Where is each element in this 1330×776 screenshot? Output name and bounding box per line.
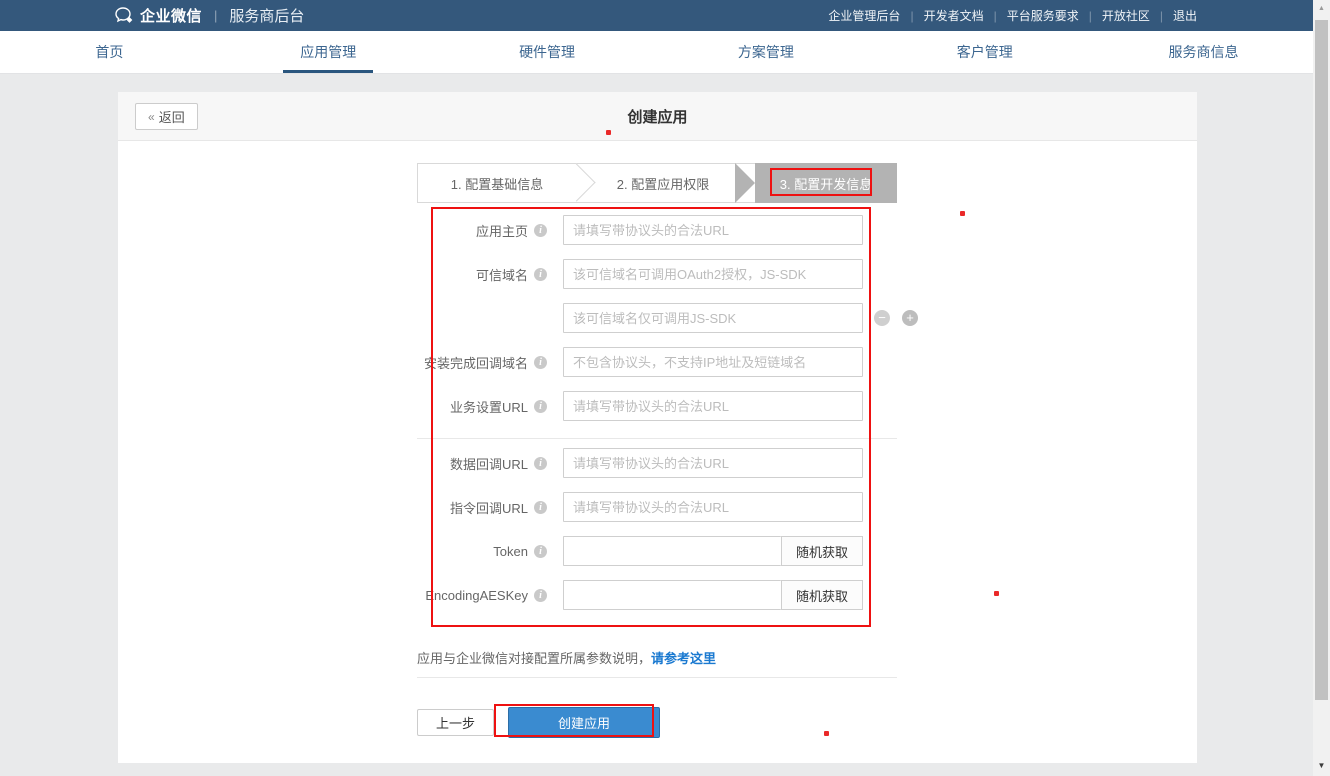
- form-content: 1. 配置基础信息 2. 配置应用权限 3. 配置开发信息 应用主页 i 可信域…: [417, 163, 897, 738]
- previous-step-button[interactable]: 上一步: [417, 709, 494, 736]
- toplink-developer-docs[interactable]: 开发者文档: [924, 7, 984, 24]
- info-icon[interactable]: i: [534, 501, 547, 514]
- create-app-panel: « 返回 创建应用 1. 配置基础信息 2. 配置应用权限 3. 配置开发信息 …: [118, 92, 1197, 763]
- aeskey-random-generate-button[interactable]: 随机获取: [781, 580, 863, 610]
- add-domain-button[interactable]: +: [902, 310, 918, 326]
- command-callback-url-input[interactable]: [563, 492, 863, 522]
- token-input[interactable]: [563, 536, 781, 566]
- trusted-domain-2-input[interactable]: [563, 303, 863, 333]
- topbar-links: 企业管理后台 | 开发者文档 | 平台服务要求 | 开放社区 | 退出: [828, 7, 1197, 24]
- token-random-generate-button[interactable]: 随机获取: [781, 536, 863, 566]
- panel-header: « 返回 创建应用: [118, 92, 1197, 141]
- form-row-app-homepage: 应用主页 i: [417, 215, 897, 245]
- field-label: 指令回调URL: [450, 498, 528, 517]
- toplink-logout[interactable]: 退出: [1173, 7, 1197, 24]
- toplink-enterprise-admin[interactable]: 企业管理后台: [828, 7, 900, 24]
- toplink-open-community[interactable]: 开放社区: [1102, 7, 1150, 24]
- create-app-button[interactable]: 创建应用: [508, 707, 660, 738]
- step-2-app-permission: 2. 配置应用权限: [593, 163, 733, 203]
- field-label: 可信域名: [476, 265, 528, 284]
- data-callback-url-input[interactable]: [563, 448, 863, 478]
- form-row-data-callback-url: 数据回调URL i: [417, 448, 897, 478]
- dev-config-form: 应用主页 i 可信域名 i − + 安装完成回调域名: [417, 215, 897, 738]
- form-row-trusted-domain-2: − +: [417, 303, 897, 333]
- form-row-business-setting-url: 业务设置URL i: [417, 391, 897, 421]
- info-icon[interactable]: i: [534, 224, 547, 237]
- app-homepage-input[interactable]: [563, 215, 863, 245]
- tab-hardware-management[interactable]: 硬件管理: [438, 31, 657, 73]
- info-icon[interactable]: i: [534, 400, 547, 413]
- back-button[interactable]: « 返回: [135, 103, 198, 130]
- step-chevron-2: [735, 163, 755, 203]
- page-title: 创建应用: [118, 92, 1197, 141]
- toplink-platform-requirements[interactable]: 平台服务要求: [1007, 7, 1079, 24]
- active-tab-underline: [283, 70, 373, 73]
- wechat-work-logo-icon: [115, 7, 134, 24]
- step-1-basic-info: 1. 配置基础信息: [417, 163, 577, 203]
- info-icon[interactable]: i: [534, 356, 547, 369]
- back-chevron-icon: «: [148, 110, 155, 124]
- vertical-scrollbar[interactable]: ▲ ▼: [1313, 0, 1330, 776]
- tab-customer-management[interactable]: 客户管理: [875, 31, 1094, 73]
- install-callback-domain-input[interactable]: [563, 347, 863, 377]
- scrollbar-thumb[interactable]: [1315, 20, 1328, 700]
- remove-domain-button[interactable]: −: [874, 310, 890, 326]
- annotation-dot: [960, 211, 965, 216]
- reference-link[interactable]: 请参考这里: [651, 651, 716, 666]
- field-label: 数据回调URL: [450, 454, 528, 473]
- brand: 企业微信 | 服务商后台: [115, 5, 304, 26]
- scroll-down-icon[interactable]: ▼: [1313, 757, 1330, 774]
- tab-home[interactable]: 首页: [0, 31, 219, 73]
- form-row-trusted-domain: 可信域名 i: [417, 259, 897, 289]
- info-icon[interactable]: i: [534, 545, 547, 558]
- field-label: EncodingAESKey: [425, 588, 528, 603]
- brand-separator: |: [214, 8, 217, 23]
- footer-divider: [417, 677, 897, 678]
- scroll-up-icon[interactable]: ▲: [1313, 0, 1330, 17]
- annotation-dot: [994, 591, 999, 596]
- brand-subtitle: 服务商后台: [229, 5, 304, 26]
- trusted-domain-input[interactable]: [563, 259, 863, 289]
- form-row-token: Token i 随机获取: [417, 536, 897, 566]
- step-3-dev-info: 3. 配置开发信息: [755, 163, 897, 203]
- tab-app-management[interactable]: 应用管理: [219, 31, 438, 73]
- step-indicator: 1. 配置基础信息 2. 配置应用权限 3. 配置开发信息: [417, 163, 897, 203]
- form-row-encoding-aeskey: EncodingAESKey i 随机获取: [417, 580, 897, 610]
- field-label: 业务设置URL: [450, 397, 528, 416]
- encoding-aeskey-input[interactable]: [563, 580, 781, 610]
- form-row-command-callback-url: 指令回调URL i: [417, 492, 897, 522]
- form-section-divider: [417, 438, 897, 439]
- param-note: 应用与企业微信对接配置所属参数说明，请参考这里: [417, 650, 897, 668]
- tab-solution-management[interactable]: 方案管理: [656, 31, 875, 73]
- field-label: 安装完成回调域名: [424, 353, 528, 372]
- business-setting-url-input[interactable]: [563, 391, 863, 421]
- main-nav: 首页 应用管理 硬件管理 方案管理 客户管理 服务商信息: [0, 31, 1313, 74]
- form-row-install-callback-domain: 安装完成回调域名 i: [417, 347, 897, 377]
- info-icon[interactable]: i: [534, 589, 547, 602]
- tab-provider-info[interactable]: 服务商信息: [1094, 31, 1313, 73]
- action-buttons: 上一步 创建应用: [417, 707, 897, 738]
- info-icon[interactable]: i: [534, 457, 547, 470]
- topbar: 企业微信 | 服务商后台 企业管理后台 | 开发者文档 | 平台服务要求 | 开…: [0, 0, 1313, 31]
- field-label: 应用主页: [476, 221, 528, 240]
- brand-name: 企业微信: [140, 5, 202, 26]
- info-icon[interactable]: i: [534, 268, 547, 281]
- field-label: Token: [493, 544, 528, 559]
